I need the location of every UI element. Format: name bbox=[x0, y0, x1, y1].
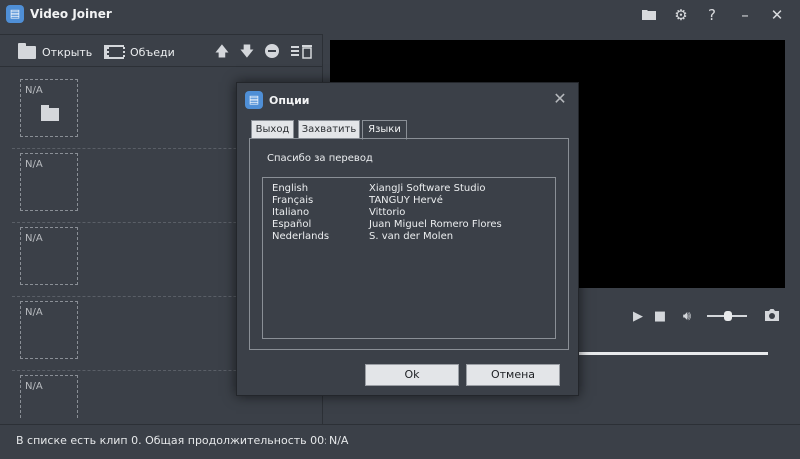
arrow-up-icon[interactable]: 🡅 bbox=[213, 43, 231, 61]
clip-thumbnail[interactable]: N/A bbox=[20, 301, 78, 359]
options-dialog: ▤ Опции ✕ Выход Захватить Языки Спасибо … bbox=[236, 82, 579, 396]
dialog-close-icon[interactable]: ✕ bbox=[550, 89, 570, 109]
arrow-down-icon[interactable]: 🡇 bbox=[238, 43, 256, 61]
film-icon bbox=[104, 45, 125, 59]
folder-icon bbox=[18, 42, 36, 59]
clip-thumbnail[interactable]: N/A bbox=[20, 153, 78, 211]
folder-icon bbox=[41, 105, 59, 121]
close-icon[interactable]: ✕ bbox=[766, 4, 788, 26]
languages-panel: Спасибо за перевод English XiangJi Softw… bbox=[249, 138, 569, 350]
credits-list[interactable]: English XiangJi Software Studio Français… bbox=[262, 177, 556, 339]
dialog-title: Опции bbox=[269, 94, 310, 107]
merge-label: Объеди bbox=[130, 45, 175, 59]
progress-bar[interactable] bbox=[578, 352, 768, 355]
cancel-button[interactable]: Отмена bbox=[466, 364, 560, 386]
clip-na-label: N/A bbox=[25, 85, 43, 96]
volume-icon[interactable]: 🔊︎ bbox=[678, 308, 696, 326]
gear-icon[interactable]: ⚙ bbox=[670, 4, 692, 26]
volume-slider-handle[interactable] bbox=[724, 311, 732, 321]
clear-list-icon[interactable] bbox=[290, 43, 314, 61]
play-icon[interactable]: ▶ bbox=[629, 308, 647, 326]
app-logo-icon: ▤ bbox=[6, 5, 24, 23]
credit-language: Nederlands bbox=[272, 231, 330, 242]
minimize-icon[interactable]: – bbox=[734, 4, 756, 26]
status-bar: В списке есть клип 0. Общая продолжитель… bbox=[0, 424, 800, 459]
clip-na-label: N/A bbox=[25, 307, 43, 318]
app-title: Video Joiner bbox=[30, 7, 112, 21]
credit-translator: Vittorio bbox=[369, 207, 406, 218]
credit-translator: XiangJi Software Studio bbox=[369, 183, 486, 194]
credit-translator: S. van der Molen bbox=[369, 231, 454, 242]
clip-thumbnail[interactable]: N/A bbox=[20, 375, 78, 420]
camera-icon[interactable] bbox=[763, 308, 781, 326]
clip-thumbnail[interactable]: N/A bbox=[20, 79, 78, 137]
status-na: N/A bbox=[329, 434, 349, 447]
clip-na-label: N/A bbox=[25, 233, 43, 244]
status-text: В списке есть клип 0. Общая продолжитель… bbox=[16, 434, 326, 447]
tab-languages[interactable]: Языки bbox=[362, 120, 407, 140]
title-bar: ▤ Video Joiner ⚙ ? – ✕ bbox=[0, 0, 800, 30]
clip-na-label: N/A bbox=[25, 159, 43, 170]
credit-language: Français bbox=[272, 195, 314, 206]
open-label: Открыть bbox=[42, 45, 93, 59]
thanks-label: Спасибо за перевод bbox=[267, 153, 373, 164]
credit-translator: Juan Miguel Romero Flores bbox=[369, 219, 502, 230]
credit-translator: TANGUY Hervé bbox=[369, 195, 443, 206]
remove-icon[interactable] bbox=[263, 43, 281, 61]
help-icon[interactable]: ? bbox=[701, 4, 723, 26]
ok-button[interactable]: Ok bbox=[365, 364, 459, 386]
clip-thumbnail[interactable]: N/A bbox=[20, 227, 78, 285]
folder-icon[interactable] bbox=[638, 4, 660, 26]
credit-language: Italiano bbox=[272, 207, 310, 218]
tab-output[interactable]: Выход bbox=[251, 120, 294, 139]
dialog-logo-icon: ▤ bbox=[245, 91, 263, 109]
tab-capture[interactable]: Захватить bbox=[298, 120, 360, 139]
open-button[interactable]: Открыть bbox=[18, 42, 93, 61]
clip-na-label: N/A bbox=[25, 381, 43, 392]
credit-language: Español bbox=[272, 219, 312, 230]
stop-icon[interactable]: ■ bbox=[651, 308, 669, 326]
clip-toolbar: Открыть Объеди 🡅 🡇 bbox=[0, 35, 322, 67]
merge-button[interactable]: Объеди bbox=[104, 43, 175, 61]
credit-language: English bbox=[272, 183, 309, 194]
